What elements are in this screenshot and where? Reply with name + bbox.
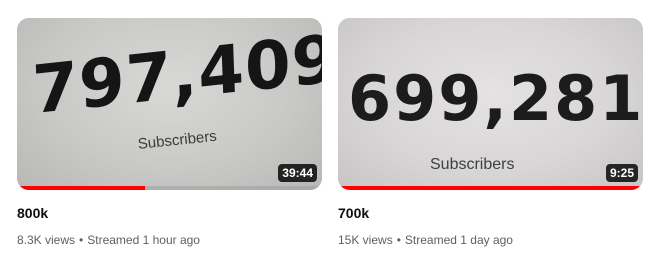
watch-progress-fill xyxy=(17,186,146,190)
thumbnail-subscriber-count: 797,409 xyxy=(31,19,322,130)
thumbnail-image: 699,281 Subscribers xyxy=(338,18,643,190)
video-title[interactable]: 700k xyxy=(338,204,643,222)
watch-progress-bar xyxy=(338,186,643,190)
watch-progress-fill xyxy=(338,186,643,190)
video-grid: 797,409 Subscribers 39:44 800k 8.3K view… xyxy=(0,0,653,272)
meta-separator: • xyxy=(396,233,401,247)
video-metadata: 15K views • Streamed 1 day ago xyxy=(338,232,643,248)
streamed-time: Streamed 1 day ago xyxy=(404,233,513,247)
view-count: 8.3K views xyxy=(17,233,76,247)
thumbnail-subscribers-label: Subscribers xyxy=(137,127,218,153)
duration-badge: 9:25 xyxy=(605,164,638,182)
meta-separator: • xyxy=(79,233,84,247)
video-title[interactable]: 800k xyxy=(17,204,322,222)
video-card[interactable]: 797,409 Subscribers 39:44 800k 8.3K view… xyxy=(17,18,322,248)
video-thumbnail[interactable]: 699,281 Subscribers 9:25 xyxy=(338,18,643,190)
video-card[interactable]: 699,281 Subscribers 9:25 700k 15K views •… xyxy=(338,18,643,248)
thumbnail-image: 797,409 Subscribers xyxy=(17,18,322,190)
watch-progress-bar xyxy=(17,186,322,190)
video-metadata: 8.3K views • Streamed 1 hour ago xyxy=(17,232,322,248)
thumbnail-subscriber-count: 699,281 xyxy=(348,62,643,135)
view-count: 15K views xyxy=(338,233,393,247)
video-thumbnail[interactable]: 797,409 Subscribers 39:44 xyxy=(17,18,322,190)
thumbnail-subscribers-label: Subscribers xyxy=(430,156,515,173)
duration-badge: 39:44 xyxy=(278,164,317,182)
streamed-time: Streamed 1 hour ago xyxy=(87,233,200,247)
